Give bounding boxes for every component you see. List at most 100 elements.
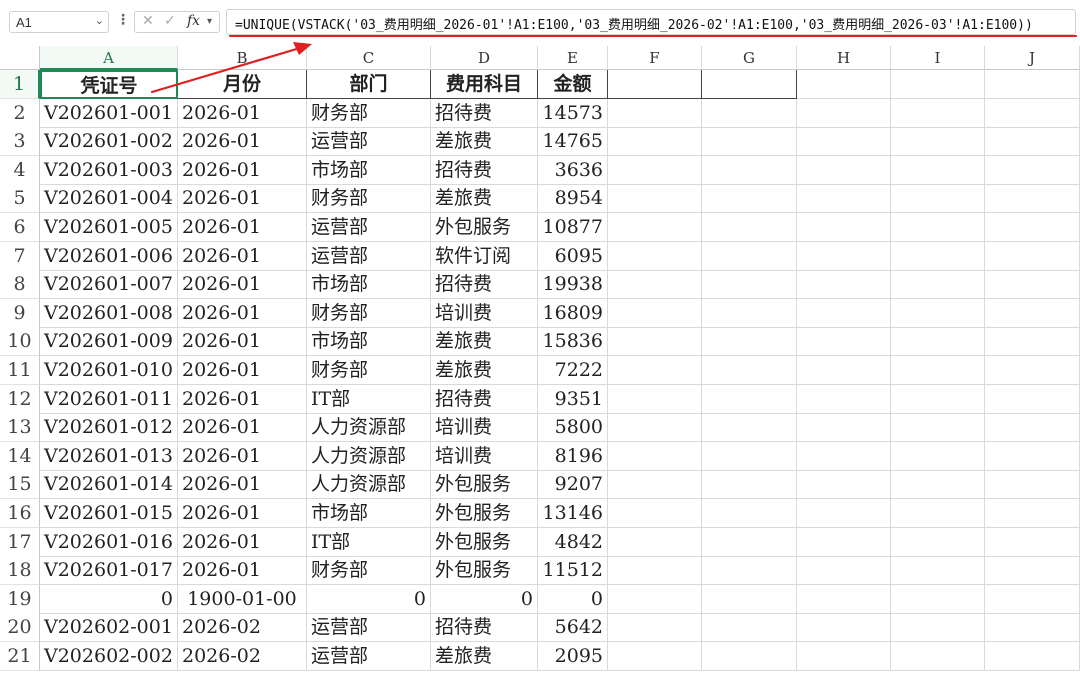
table-cell[interactable] xyxy=(891,556,985,586)
table-cell[interactable]: 14765 xyxy=(538,127,608,157)
table-cell[interactable] xyxy=(608,213,702,242)
confirm-icon[interactable]: ✓ xyxy=(164,13,176,29)
row-header[interactable]: 19 xyxy=(0,584,40,614)
table-cell[interactable]: 差旅费 xyxy=(431,127,538,157)
table-cell[interactable] xyxy=(891,470,985,500)
table-cell[interactable] xyxy=(702,155,797,185)
table-cell[interactable]: 2026-01 xyxy=(178,213,307,242)
table-cell[interactable] xyxy=(797,270,891,300)
table-cell[interactable] xyxy=(797,356,891,385)
table-cell[interactable]: IT部 xyxy=(307,384,431,414)
table-cell[interactable] xyxy=(797,556,891,586)
column-header-e[interactable]: E xyxy=(538,46,608,70)
table-cell[interactable] xyxy=(891,327,985,357)
table-cell[interactable] xyxy=(985,527,1080,557)
table-cell[interactable]: 差旅费 xyxy=(431,356,538,385)
table-cell[interactable]: V202601-015 xyxy=(40,499,178,528)
table-cell[interactable] xyxy=(608,356,702,385)
table-cell[interactable]: 13146 xyxy=(538,499,608,528)
row-header[interactable]: 20 xyxy=(0,613,40,643)
table-cell[interactable] xyxy=(702,527,797,557)
table-cell[interactable] xyxy=(891,584,985,614)
table-cell[interactable] xyxy=(608,270,702,300)
table-cell[interactable] xyxy=(702,184,797,214)
column-header-j[interactable]: J xyxy=(985,46,1080,70)
table-cell[interactable]: 2026-01 xyxy=(178,413,307,443)
chevron-down-icon[interactable]: ⌄ xyxy=(95,14,104,27)
more-options-icon[interactable]: ⋮ xyxy=(116,12,130,28)
table-cell[interactable] xyxy=(985,584,1080,614)
table-cell[interactable]: 2026-01 xyxy=(178,441,307,471)
table-cell[interactable] xyxy=(702,356,797,385)
row-header[interactable]: 15 xyxy=(0,470,40,500)
table-cell[interactable]: 2026-01 xyxy=(178,155,307,185)
table-cell[interactable]: 0 xyxy=(307,584,431,614)
table-cell[interactable] xyxy=(608,298,702,328)
table-cell[interactable]: 0 xyxy=(538,584,608,614)
table-cell[interactable] xyxy=(608,441,702,471)
table-cell[interactable] xyxy=(797,184,891,214)
table-cell[interactable] xyxy=(797,527,891,557)
table-cell[interactable]: V202601-003 xyxy=(40,155,178,185)
table-cell[interactable] xyxy=(797,613,891,643)
table-cell[interactable] xyxy=(702,413,797,443)
table-cell[interactable]: V202602-002 xyxy=(40,642,178,671)
table-cell[interactable] xyxy=(891,270,985,300)
table-cell[interactable]: 2026-01 xyxy=(178,127,307,157)
table-cell[interactable] xyxy=(985,356,1080,385)
table-cell[interactable]: 5800 xyxy=(538,413,608,443)
table-cell[interactable] xyxy=(608,327,702,357)
table-cell[interactable] xyxy=(797,441,891,471)
table-cell[interactable] xyxy=(702,499,797,528)
table-cell[interactable] xyxy=(985,241,1080,271)
table-cell[interactable]: 财务部 xyxy=(307,298,431,328)
table-cell[interactable]: IT部 xyxy=(307,527,431,557)
table-cell[interactable]: 人力资源部 xyxy=(307,441,431,471)
table-cell[interactable]: 运营部 xyxy=(307,613,431,643)
table-cell[interactable] xyxy=(985,155,1080,185)
table-cell[interactable]: 外包服务 xyxy=(431,470,538,500)
table-cell[interactable]: 4842 xyxy=(538,527,608,557)
table-cell[interactable]: 2026-01 xyxy=(178,298,307,328)
table-cell[interactable] xyxy=(891,642,985,671)
table-cell[interactable]: V202601-005 xyxy=(40,213,178,242)
table-cell[interactable] xyxy=(608,470,702,500)
table-cell[interactable] xyxy=(891,155,985,185)
column-header-a[interactable]: A xyxy=(40,46,178,70)
column-header-f[interactable]: F xyxy=(608,46,702,70)
table-cell[interactable] xyxy=(608,584,702,614)
table-cell[interactable]: 外包服务 xyxy=(431,213,538,242)
table-cell[interactable]: V202602-001 xyxy=(40,613,178,643)
table-cell[interactable] xyxy=(608,499,702,528)
row-header[interactable]: 12 xyxy=(0,384,40,414)
table-cell[interactable] xyxy=(891,241,985,271)
table-cell[interactable]: 2026-01 xyxy=(178,470,307,500)
table-cell[interactable]: V202601-006 xyxy=(40,241,178,271)
table-cell[interactable]: 19938 xyxy=(538,270,608,300)
table-cell[interactable] xyxy=(985,98,1080,128)
table-cell[interactable] xyxy=(891,499,985,528)
table-cell[interactable]: 5642 xyxy=(538,613,608,643)
table-cell[interactable]: 10877 xyxy=(538,213,608,242)
table-cell[interactable] xyxy=(702,441,797,471)
table-cell[interactable]: V202601-002 xyxy=(40,127,178,157)
column-header-b[interactable]: B xyxy=(178,46,307,70)
row-header[interactable]: 14 xyxy=(0,441,40,471)
table-cell[interactable]: 2026-01 xyxy=(178,499,307,528)
table-cell[interactable]: 6095 xyxy=(538,241,608,271)
table-cell[interactable] xyxy=(985,384,1080,414)
table-cell[interactable] xyxy=(702,98,797,128)
table-cell[interactable] xyxy=(702,470,797,500)
table-cell[interactable]: 运营部 xyxy=(307,241,431,271)
table-cell[interactable]: V202601-008 xyxy=(40,298,178,328)
table-cell[interactable] xyxy=(608,184,702,214)
table-cell[interactable] xyxy=(985,413,1080,443)
table-cell[interactable]: 培训费 xyxy=(431,413,538,443)
table-cell[interactable] xyxy=(702,613,797,643)
table-cell[interactable]: 差旅费 xyxy=(431,327,538,357)
table-cell[interactable] xyxy=(608,70,702,99)
table-cell[interactable] xyxy=(702,270,797,300)
table-cell[interactable]: 人力资源部 xyxy=(307,413,431,443)
table-cell[interactable]: 8196 xyxy=(538,441,608,471)
table-cell[interactable] xyxy=(797,499,891,528)
